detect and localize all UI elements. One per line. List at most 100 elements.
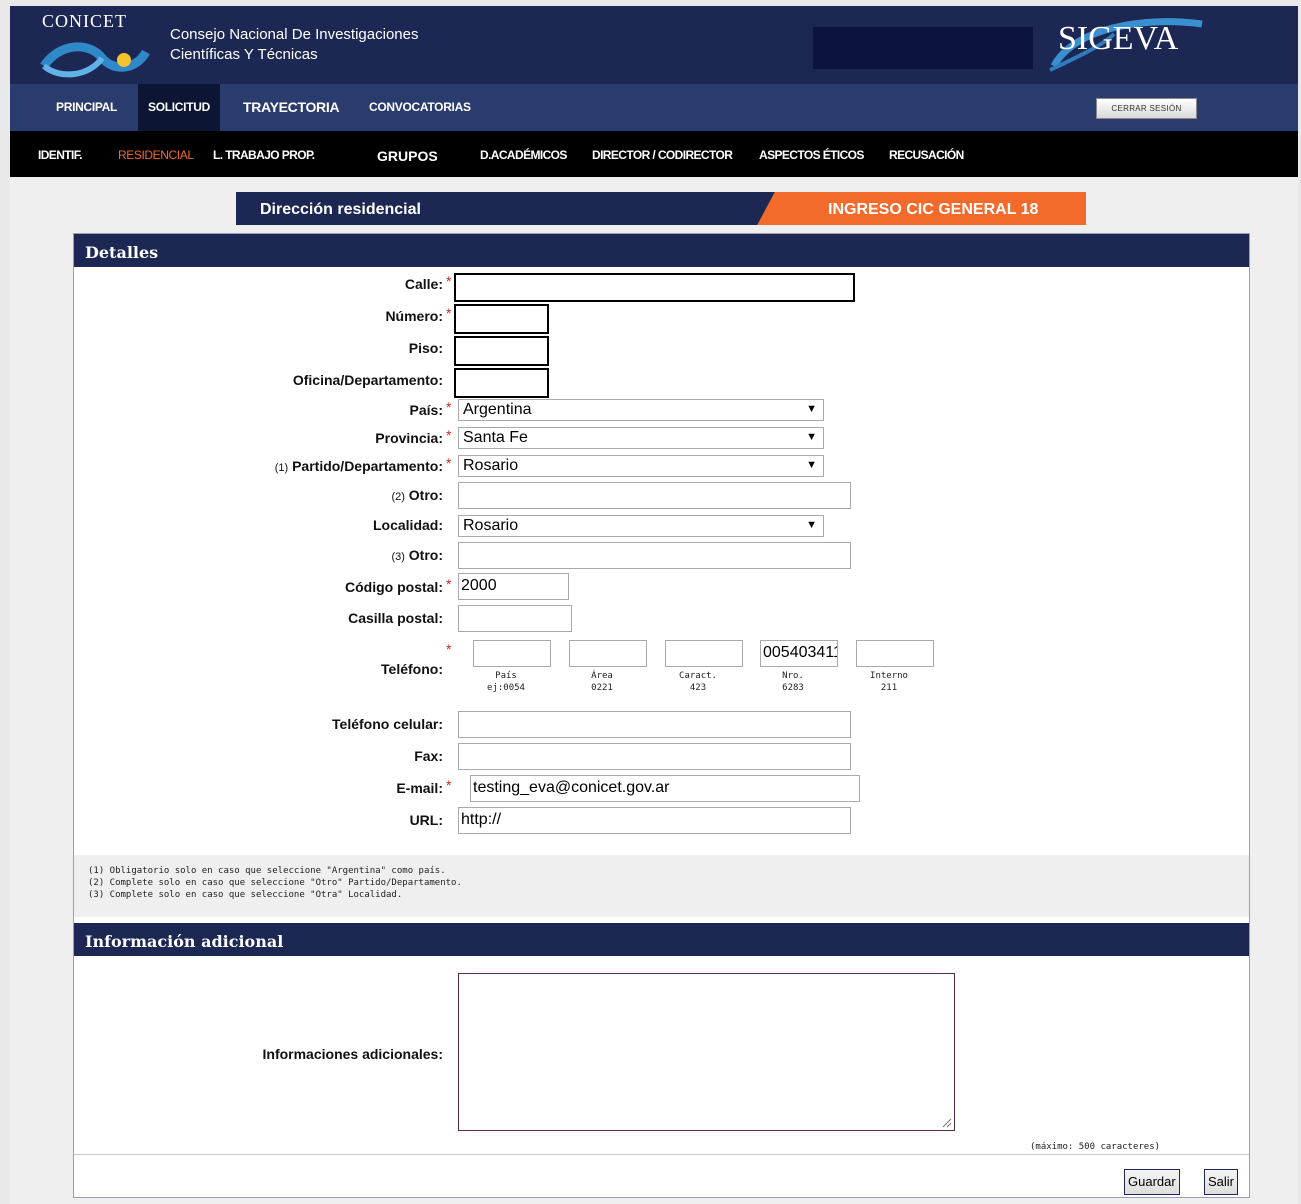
telefono-interno-input[interactable] [856, 640, 934, 667]
tab-identif[interactable]: IDENTIF. [38, 148, 82, 162]
hint-line: Interno [870, 671, 908, 681]
conicet-logo-text: CONICET [42, 11, 127, 31]
tab-residencial[interactable]: RESIDENCIAL [118, 148, 194, 162]
tab-trabajo-prop[interactable]: L. TRABAJO PROP. [213, 148, 315, 162]
form-panel: Detalles Calle: * Número: * Piso: Oficin… [73, 233, 1250, 1198]
oficina-input[interactable] [454, 368, 549, 398]
exit-button[interactable]: Salir [1204, 1169, 1239, 1195]
hint-line: Caract. [679, 671, 717, 681]
required-mark: * [446, 576, 452, 592]
calle-input[interactable] [454, 273, 855, 302]
telefono-pais-hint: País ej:0054 [475, 670, 537, 694]
footnotes: (1) Obligatorio solo en caso que selecci… [74, 855, 1249, 917]
codigo-postal-input[interactable]: 2000 [458, 573, 569, 600]
partido-select[interactable]: Rosario ▼ [458, 455, 824, 477]
telefono-label: Teléfono: [381, 661, 443, 677]
casilla-postal-label: Casilla postal: [348, 610, 443, 626]
celular-input[interactable] [458, 711, 851, 738]
email-input[interactable]: testing_eva@conicet.gov.ar [470, 775, 860, 802]
pais-select-value: Argentina [463, 401, 532, 418]
otro-localidad-label-text: Otro: [408, 547, 443, 563]
note-ref-1: (1) [274, 462, 289, 474]
url-input[interactable]: http:// [458, 807, 851, 834]
numero-input[interactable] [454, 304, 549, 334]
required-mark: * [446, 273, 452, 289]
logout-button[interactable]: CERRAR SESIÓN [1096, 98, 1197, 119]
piso-input[interactable] [454, 336, 549, 366]
telefono-pais-input[interactable] [473, 640, 551, 667]
tab-aspectos-eticos[interactable]: ASPECTOS ÉTICOS [759, 148, 864, 162]
page: CONICET Consejo Nacional De Investigacio… [10, 6, 1298, 1204]
telefono-area-input[interactable] [569, 640, 647, 667]
otro-partido-label-text: Otro: [408, 487, 443, 503]
otro-localidad-label: (3) Otro: [391, 547, 443, 563]
header-bar: CONICET Consejo Nacional De Investigacio… [10, 6, 1298, 84]
telefono-nro-input[interactable]: 0054034111 [760, 640, 838, 667]
footnote-2: (2) Complete solo en caso que seleccione… [88, 878, 462, 888]
call-badge: INGRESO CIC GENERAL 18 [828, 201, 1039, 218]
footnote-1: (1) Obligatorio solo en caso que selecci… [88, 866, 446, 876]
partido-label-text: Partido/Departamento: [292, 458, 443, 474]
resize-handle-icon[interactable] [942, 1118, 952, 1128]
required-mark: * [446, 455, 452, 471]
sub-menu: IDENTIF. RESIDENCIAL L. TRABAJO PROP. GR… [10, 131, 1298, 177]
chevron-down-icon: ▼ [806, 459, 817, 471]
piso-label: Piso: [408, 340, 443, 356]
tab-grupos[interactable]: GRUPOS [377, 148, 438, 164]
pais-select[interactable]: Argentina ▼ [458, 399, 824, 421]
localidad-select-value: Rosario [463, 517, 519, 534]
additional-info-label: Informaciones adicionales: [262, 1046, 444, 1062]
note-ref-2: (2) [391, 491, 405, 503]
provincia-select[interactable]: Santa Fe ▼ [458, 427, 824, 449]
hint-line: 211 [880, 683, 898, 693]
email-label: E-mail: [396, 780, 443, 796]
telefono-nro-hint: Nro. 6283 [762, 670, 824, 694]
menu-item-principal[interactable]: PRINCIPAL [56, 100, 117, 114]
menu-item-trayectoria[interactable]: TRAYECTORIA [243, 99, 340, 115]
tab-director[interactable]: DIRECTOR / CODIRECTOR [592, 148, 733, 162]
url-label: URL: [409, 812, 443, 828]
required-mark: * [446, 641, 452, 657]
telefono-caract-input[interactable] [665, 640, 743, 667]
header-banner-box [813, 27, 1033, 69]
menu-item-convocatorias[interactable]: CONVOCATORIAS [369, 100, 471, 114]
numero-label: Número: [385, 308, 443, 324]
provincia-select-value: Santa Fe [463, 429, 528, 446]
details-heading: Detalles [74, 234, 1249, 267]
note-ref-3: (3) [391, 551, 405, 563]
org-name-line2: Científicas Y Técnicas [170, 46, 318, 63]
required-mark: * [446, 305, 452, 321]
footnote-3: (3) Complete solo en caso que seleccione… [88, 890, 403, 900]
org-name-line1: Consejo Nacional De Investigaciones [170, 26, 419, 43]
menu-item-solicitud[interactable]: SOLICITUD [138, 84, 220, 131]
oficina-label: Oficina/Departamento: [292, 372, 443, 388]
required-mark: * [446, 399, 452, 415]
localidad-label: Localidad: [372, 517, 443, 533]
otro-partido-label: (2) Otro: [391, 487, 443, 503]
page-title: Dirección residencial [260, 201, 421, 218]
partido-label: (1) Partido/Departamento: [275, 458, 443, 474]
pais-label: País: [409, 402, 443, 418]
hint-line: País [495, 671, 517, 681]
sigeva-logo-text: SIGEVA [1058, 20, 1179, 57]
tab-academicos[interactable]: D.ACADÉMICOS [480, 148, 567, 162]
fax-input[interactable] [458, 743, 851, 770]
hint-line: ej:0054 [487, 683, 525, 693]
section-title-bar: Dirección residencial INGRESO CIC GENERA… [236, 192, 1086, 225]
tab-recusacion[interactable]: RECUSACIÓN [889, 148, 964, 162]
additional-info-textarea[interactable] [458, 973, 955, 1131]
otro-localidad-input[interactable] [458, 542, 851, 569]
otro-partido-input[interactable] [458, 482, 851, 509]
telefono-interno-hint: Interno 211 [858, 670, 920, 694]
additional-info-heading: Información adicional [74, 923, 1249, 956]
save-button[interactable]: Guardar [1124, 1169, 1180, 1195]
hint-line: Nro. [782, 671, 804, 681]
casilla-postal-input[interactable] [458, 605, 572, 632]
hint-line: 0221 [591, 683, 613, 693]
codigo-postal-label: Código postal: [345, 579, 443, 595]
localidad-select[interactable]: Rosario ▼ [458, 515, 824, 537]
telefono-area-hint: Área 0221 [571, 670, 633, 694]
conicet-logo-icon [40, 42, 150, 78]
required-mark: * [446, 427, 452, 443]
hint-line: 423 [689, 683, 707, 693]
